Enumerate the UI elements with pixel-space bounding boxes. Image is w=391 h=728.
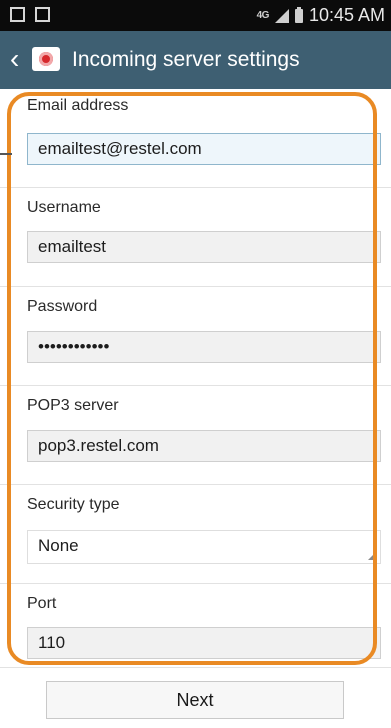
email-input[interactable]: emailtest@restel.com (27, 133, 381, 165)
password-input[interactable]: •••••••••••• (27, 331, 381, 363)
pop3-server-label: POP3 server (27, 397, 119, 414)
password-label: Password (27, 298, 98, 315)
page-title: Incoming server settings (72, 48, 300, 71)
security-type-field-group: Security type None (0, 484, 391, 584)
port-input[interactable]: 110 (27, 627, 381, 659)
pointer-line (0, 153, 12, 155)
port-label: Port (27, 595, 57, 612)
signal-icon (274, 8, 289, 23)
dropdown-corner-icon (368, 552, 376, 560)
pop3-server-field-group: POP3 server pop3.restel.com (0, 385, 391, 485)
next-button[interactable]: Next (46, 681, 344, 719)
battery-icon (294, 6, 303, 23)
security-type-select[interactable]: None (27, 530, 381, 564)
security-type-label: Security type (27, 496, 120, 513)
action-bar: ‹ Incoming server settings (0, 31, 391, 89)
email-notification-icon (10, 7, 25, 22)
network-type: 4G (256, 10, 270, 21)
security-type-value: None (38, 536, 79, 555)
status-time: 10:45 AM (308, 5, 385, 25)
email-app-icon[interactable] (32, 47, 60, 71)
username-input[interactable]: emailtest (27, 231, 381, 263)
port-field-group: Port 110 (0, 583, 391, 668)
status-bar: 4G 10:45 AM (0, 0, 391, 31)
pop3-server-input[interactable]: pop3.restel.com (27, 430, 381, 462)
password-field-group: Password •••••••••••• (0, 286, 391, 386)
image-notification-icon (35, 7, 50, 22)
username-field-group: Username emailtest (0, 187, 391, 287)
username-label: Username (27, 199, 101, 216)
chevron-left-icon[interactable]: ‹ (10, 39, 19, 79)
email-field-group: Email address emailtest@restel.com (0, 89, 391, 188)
email-label: Email address (27, 97, 129, 114)
